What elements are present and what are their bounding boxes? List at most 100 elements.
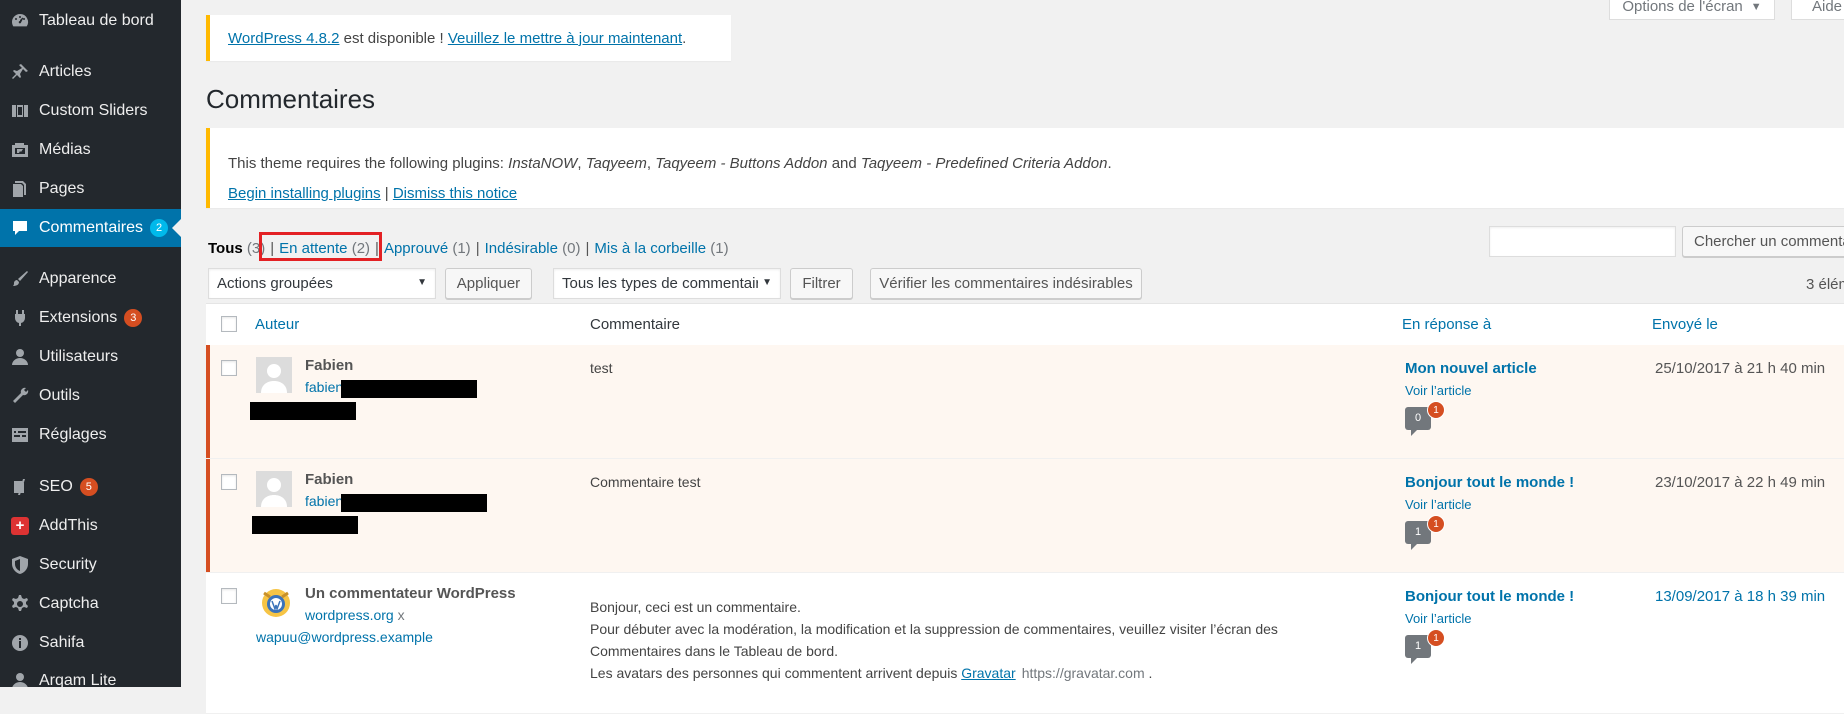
sidebar-item-seo[interactable]: SEO 5 (0, 468, 181, 505)
update-now-link[interactable]: Veuillez le mettre à jour maintenant (448, 30, 682, 47)
table-row: Fabien fabien Commentaire test Bonjour t… (206, 459, 1844, 573)
default-avatar-icon (256, 471, 292, 507)
filter-spam-count: (0) (562, 240, 581, 257)
sidebar-item-security[interactable]: Security (0, 546, 181, 583)
users-icon (8, 345, 32, 369)
wordpress-version-link[interactable]: WordPress 4.8.2 (228, 30, 339, 47)
author-url-link[interactable]: fabien (305, 493, 343, 509)
default-avatar-icon (256, 357, 292, 393)
plugin-notice-actions: Begin installing plugins | Dismiss this … (228, 179, 1844, 209)
comment-type-select[interactable]: Tous les types de commentaires ▼ (553, 268, 781, 299)
dashboard-icon (8, 9, 32, 33)
table-row: Un commentateur WordPress wordpress.org … (206, 573, 1844, 714)
sidebar-item-outils[interactable]: Outils (0, 377, 181, 414)
author-email-link[interactable]: wapuu@wordpress.example (256, 629, 433, 645)
pending-comments-badge[interactable]: 1 (1427, 401, 1445, 419)
plugin-name: InstaNOW (508, 155, 578, 172)
check-spam-button[interactable]: Vérifier les commentaires indésirables (870, 268, 1142, 299)
sidebar-item-pages[interactable]: Pages (0, 170, 181, 207)
sidebar-item-custom-sliders[interactable]: Custom Sliders (0, 92, 181, 129)
comment-line: Bonjour, ceci est un commentaire. (590, 599, 801, 615)
dismiss-notice-link[interactable]: Dismiss this notice (393, 185, 517, 202)
screen-options-label: Options de l'écran (1622, 0, 1743, 15)
comment-date-link[interactable]: 13/09/2017 à 18 h 39 min (1655, 588, 1825, 605)
gravatar-link[interactable]: Gravatar (961, 665, 1015, 681)
pending-comments-badge[interactable]: 1 (1427, 629, 1445, 647)
column-header-comment: Commentaire (590, 316, 681, 333)
sidebar-item-addthis[interactable]: + AddThis (0, 507, 181, 544)
column-header-author[interactable]: Auteur (255, 316, 299, 333)
sidebar-item-label: Arqam Lite (39, 671, 117, 688)
select-all-checkbox[interactable] (221, 316, 237, 332)
view-post-link[interactable]: Voir l’article (1405, 383, 1471, 398)
help-label: Aide (1812, 0, 1843, 15)
yoast-icon (8, 475, 32, 499)
avatar (258, 585, 294, 621)
post-title-link[interactable]: Bonjour tout le monde ! (1405, 474, 1574, 491)
author-url-link[interactable]: wordpress.org (305, 607, 394, 623)
sidebar-item-arqam-lite[interactable]: Arqam Lite (0, 662, 181, 687)
row-checkbox[interactable] (221, 474, 237, 490)
help-button[interactable]: Aide (1791, 0, 1844, 20)
author-url-suffix: x (393, 607, 405, 623)
sidebar-item-sahifa[interactable]: Sahifa (0, 624, 181, 661)
seo-badge: 5 (79, 477, 98, 496)
view-post-link[interactable]: Voir l’article (1405, 611, 1471, 626)
sidebar-item-utilisateurs[interactable]: Utilisateurs (0, 338, 181, 375)
plugin-separator: , (646, 155, 656, 172)
filter-spam[interactable]: Indésirable (0) (485, 240, 581, 257)
sidebar-item-label: Tableau de bord (39, 11, 154, 29)
author-url-link[interactable]: fabien (305, 379, 343, 395)
filter-separator: | (475, 240, 480, 257)
screen-options-button[interactable]: Options de l'écran ▼ (1609, 0, 1775, 20)
redacted-block (250, 402, 356, 420)
column-header-date[interactable]: Envoyé le (1652, 316, 1718, 333)
shield-icon (8, 553, 32, 577)
avatar (256, 357, 292, 393)
sidebar-item-apparence[interactable]: Apparence (0, 260, 181, 297)
plugin-separator: , (577, 155, 586, 172)
column-header-response[interactable]: En réponse à (1402, 316, 1491, 333)
sidebar-item-extensions[interactable]: Extensions 3 (0, 299, 181, 336)
filter-approved-count: (1) (452, 240, 471, 257)
begin-installing-plugins-link[interactable]: Begin installing plugins (228, 185, 381, 202)
plugin-name: Taqyeem (585, 155, 647, 172)
addthis-icon: + (8, 514, 32, 538)
comment-search-input[interactable] (1489, 226, 1676, 257)
sidebar-item-reglages[interactable]: Réglages (0, 416, 181, 453)
filter-all[interactable]: Tous (208, 240, 243, 257)
bulk-actions-select[interactable]: Actions groupées ▼ (208, 268, 436, 299)
table-header: Auteur Commentaire En réponse à Envoyé l… (206, 304, 1844, 346)
filter-button[interactable]: Filtrer (790, 268, 853, 299)
author-url-line: wordpress.org x (305, 607, 405, 623)
sidebar-item-label: SEO (39, 477, 73, 495)
author-name: Fabien (305, 471, 354, 488)
highlight-annotation-box (259, 232, 382, 261)
sidebar-item-dashboard[interactable]: Tableau de bord (0, 2, 181, 39)
info-icon (8, 631, 32, 655)
row-checkbox[interactable] (221, 588, 237, 604)
sidebar-item-medias[interactable]: Médias (0, 131, 181, 168)
filter-approved[interactable]: Approuvé (1) (384, 240, 471, 257)
pending-comments-badge[interactable]: 1 (1427, 515, 1445, 533)
view-post-link[interactable]: Voir l’article (1405, 497, 1471, 512)
sidebar-item-articles[interactable]: Articles (0, 53, 181, 90)
sidebar-item-captcha[interactable]: Captcha (0, 585, 181, 622)
gravatar-url: https://gravatar.com (1021, 665, 1145, 681)
table-row: Fabien fabien test Mon nouvel article Vo… (206, 345, 1844, 459)
update-notice-text: est disponible ! (339, 30, 448, 47)
redacted-block (341, 494, 487, 512)
search-comments-button[interactable]: Chercher un commentaire (1682, 226, 1844, 257)
plugin-separator: and (827, 155, 861, 172)
post-title-link[interactable]: Bonjour tout le monde ! (1405, 588, 1574, 605)
sidebar-item-label: Sahifa (39, 633, 85, 651)
gear-icon (8, 592, 32, 616)
sidebar-item-label: Custom Sliders (39, 101, 148, 119)
caret-down-icon: ▼ (1750, 0, 1762, 13)
sidebar-item-commentaires[interactable]: Commentaires 2 (0, 209, 181, 247)
row-checkbox[interactable] (221, 360, 237, 376)
post-title-link[interactable]: Mon nouvel article (1405, 360, 1537, 377)
filter-trash[interactable]: Mis à la corbeille (1) (594, 240, 728, 257)
apply-button[interactable]: Appliquer (445, 268, 532, 299)
comments-count-badge: 2 (150, 219, 169, 237)
